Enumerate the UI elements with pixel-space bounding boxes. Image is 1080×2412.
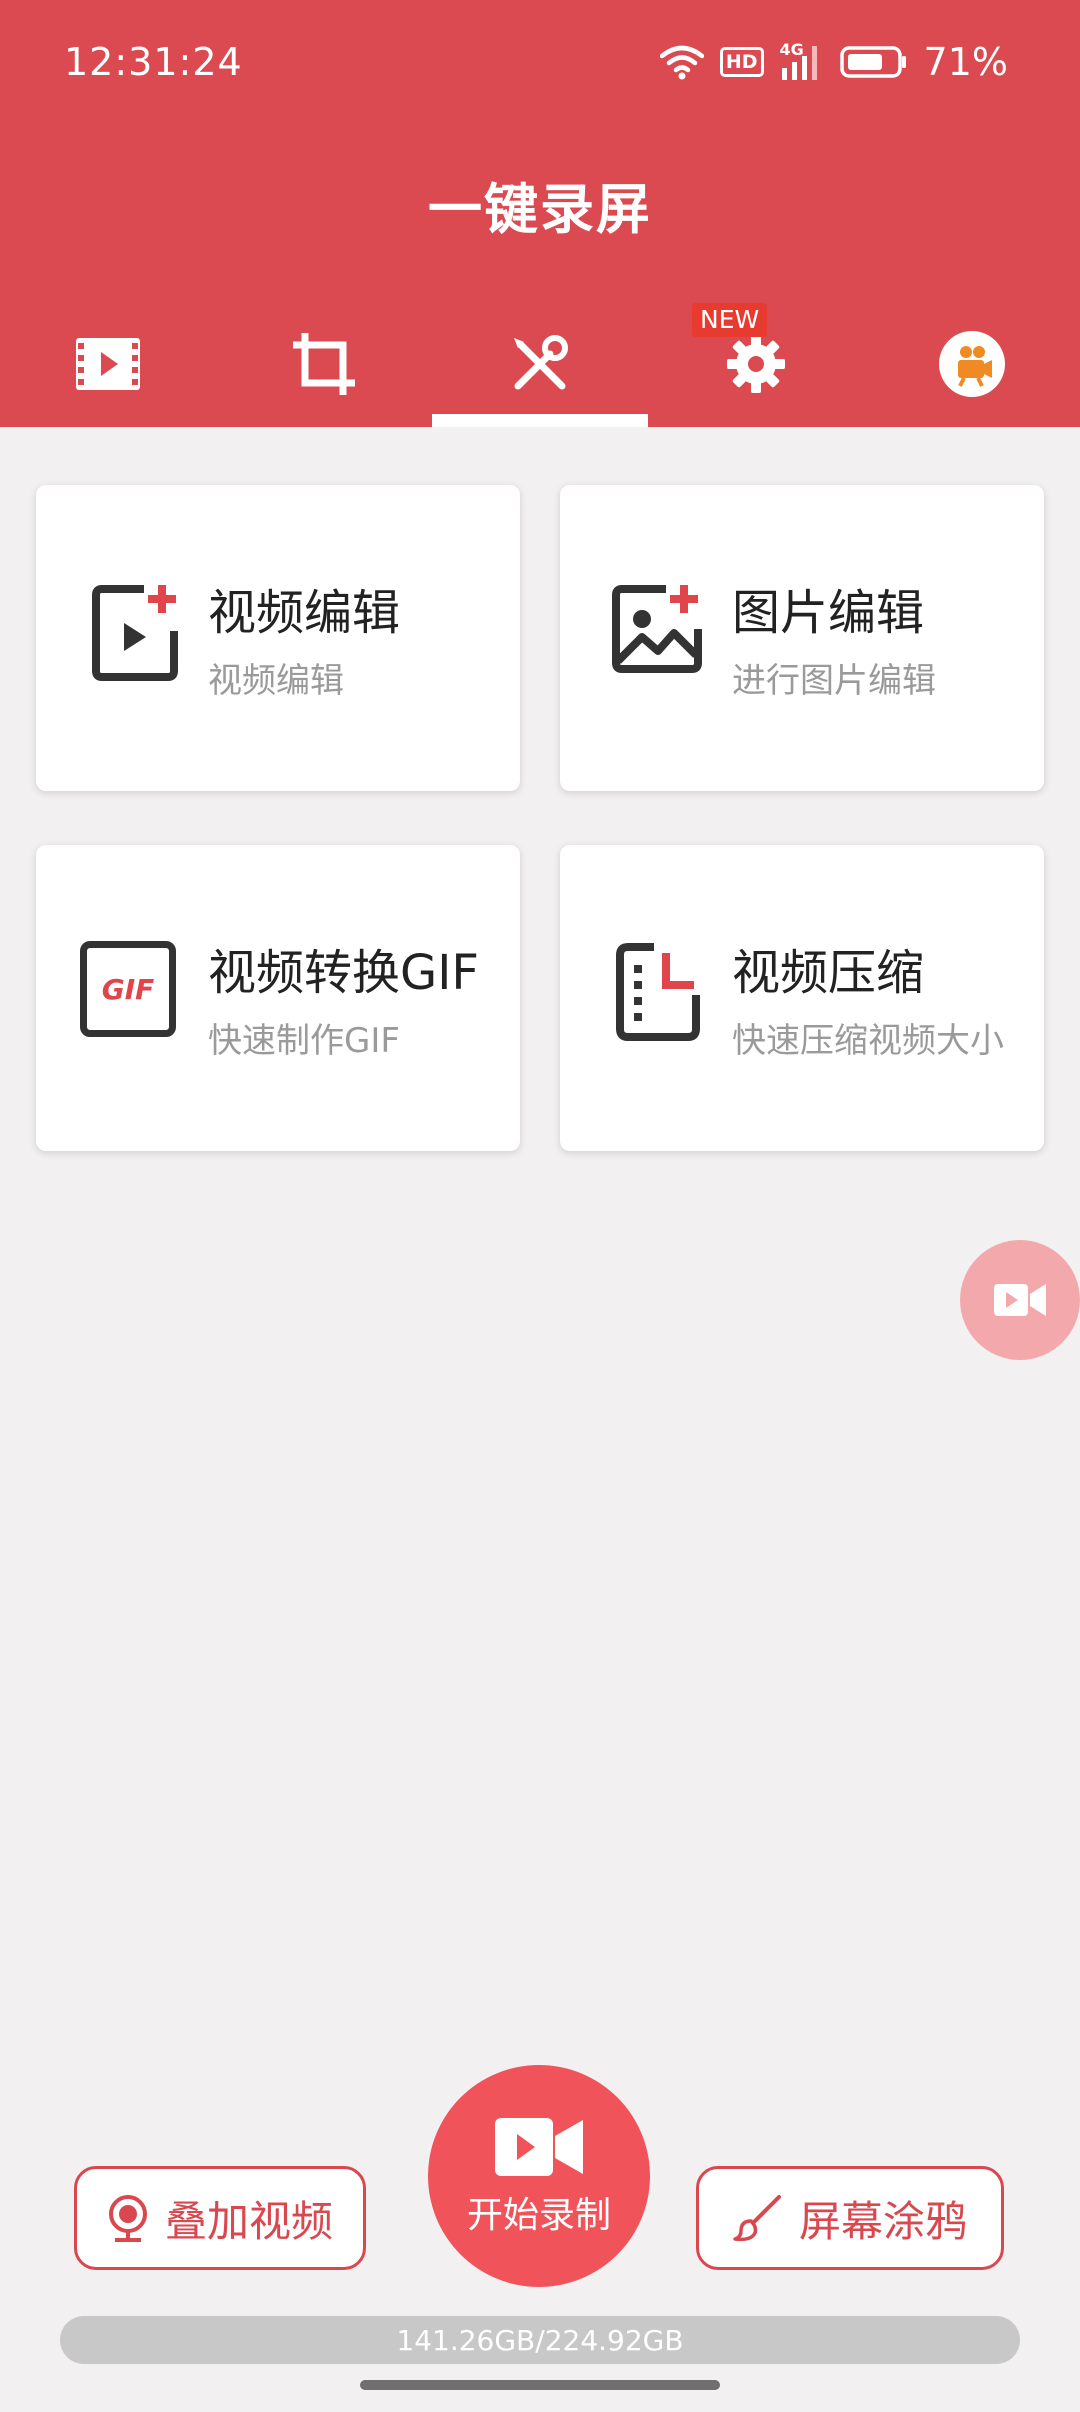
active-tab-indicator [432,414,648,427]
video-camera-icon [994,1284,1046,1316]
home-indicator[interactable] [360,2380,720,2390]
card-title: 视频压缩 [732,945,925,1001]
card-title: 视频转换GIF [208,945,479,1001]
card-subtitle: 进行图片编辑 [732,661,936,701]
film-icon [76,337,140,390]
new-badge: NEW [692,303,768,337]
card-subtitle: 快速压缩视频大小 [732,1021,1004,1061]
status-time: 12:31:24 [64,40,243,84]
gear-icon [727,334,785,393]
video-edit-icon [92,585,178,681]
gif-icon: GIF [80,941,184,1045]
app-header: 12:31:24 HD 4G 71% 一键录屏 NEW [0,0,1080,427]
hd-badge: HD [719,47,764,77]
card-subtitle: 快速制作GIF [208,1021,400,1061]
tab-videos[interactable] [0,300,216,427]
crop-icon [293,332,355,395]
tab-profile[interactable] [864,300,1080,427]
image-edit-icon [612,585,702,673]
battery-percent: 71% [923,40,1008,84]
tools-icon [514,334,568,389]
card-title: 视频编辑 [208,585,401,641]
app-title: 一键录屏 [428,178,652,241]
compress-icon [616,943,700,1041]
battery-icon [839,46,906,78]
storage-usage-text: 141.26GB/224.92GB [396,2323,684,2357]
gif-icon-text: GIF [101,972,155,1006]
start-record-button[interactable]: 开始录制 [428,2065,650,2287]
tab-tools[interactable] [432,300,648,427]
brush-icon [733,2195,781,2242]
tab-bar [0,300,1080,427]
floating-record-button[interactable] [960,1240,1080,1360]
video-camera-icon [495,2118,583,2176]
start-record-label: 开始录制 [466,2195,611,2236]
tab-crop[interactable] [216,300,432,427]
signal-icon: 4G [780,40,824,82]
card-subtitle: 视频编辑 [208,661,344,701]
camera-avatar-icon [939,330,1005,397]
card-video-edit[interactable]: 视频编辑 视频编辑 [36,485,520,791]
card-video-compress[interactable]: 视频压缩 快速压缩视频大小 [560,845,1044,1151]
card-image-edit[interactable]: 图片编辑 进行图片编辑 [560,485,1044,791]
storage-usage-bar: 141.26GB/224.92GB [60,2316,1020,2364]
webcam-icon [108,2195,147,2242]
overlay-video-label: 叠加视频 [164,2196,333,2246]
overlay-video-button[interactable]: 叠加视频 [74,2166,366,2270]
card-video-to-gif[interactable]: GIF 视频转换GIF 快速制作GIF [36,845,520,1151]
wifi-icon [659,45,704,80]
card-title: 图片编辑 [732,585,925,641]
screen-doodle-button[interactable]: 屏幕涂鸦 [696,2166,1004,2270]
screen-doodle-label: 屏幕涂鸦 [798,2196,967,2246]
status-icons: HD 4G 71% [659,36,1008,88]
